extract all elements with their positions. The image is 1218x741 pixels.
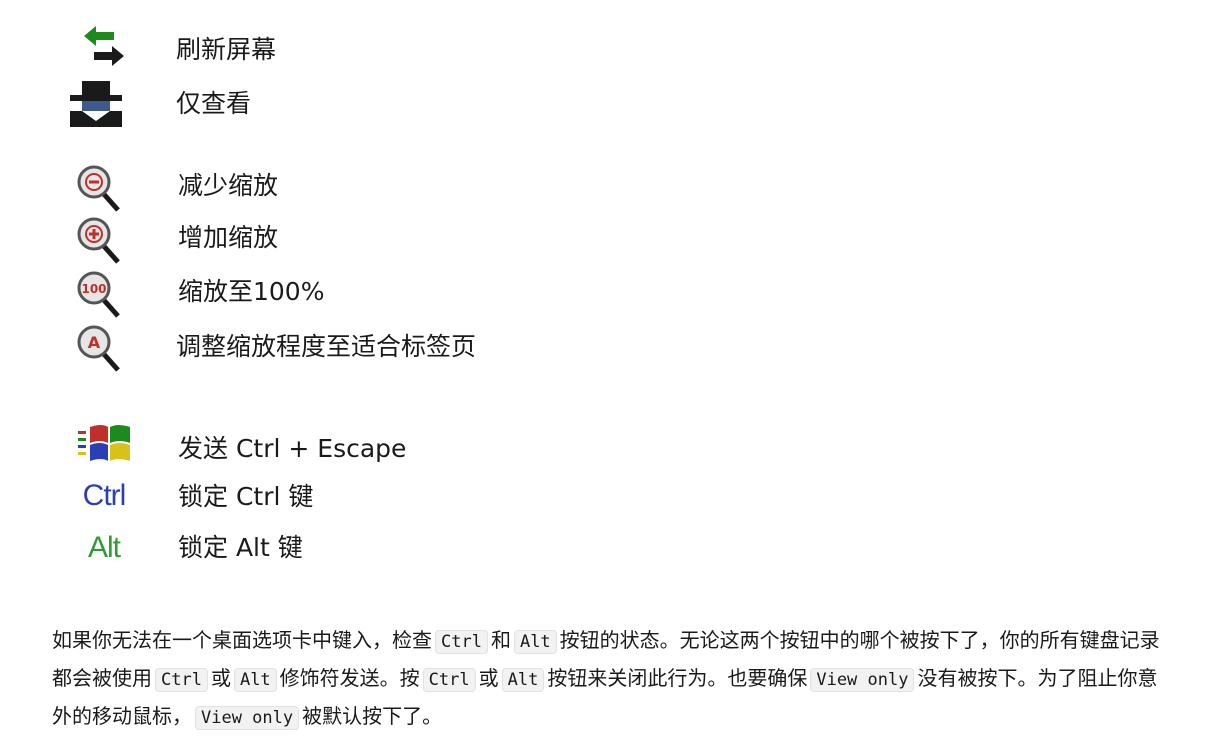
ctrl-esc-label: 发送 Ctrl + Escape <box>178 434 407 463</box>
inline-code: View only <box>195 706 300 730</box>
keyboard-note-paragraph: 如果你无法在一个桌面选项卡中键入，检查 Ctrl 和 Alt 按钮的状态。无论这两个按钮… <box>52 622 1162 736</box>
inline-code: Ctrl <box>422 668 476 692</box>
note-text: 修饰符发送。按 <box>279 666 420 690</box>
ctrl-glyph: Ctrl <box>82 479 127 512</box>
ctrl-lock-icon[interactable]: Ctrl <box>72 472 136 520</box>
zoom-100-label: 缩放至100% <box>178 277 325 306</box>
zoom-out-label: 减少缩放 <box>178 171 279 200</box>
alt-lock-label: 锁定 Alt 键 <box>178 533 303 562</box>
refresh-icon[interactable] <box>72 22 136 70</box>
svg-text:A: A <box>88 333 101 352</box>
svg-text:100: 100 <box>81 282 106 296</box>
note-text: 如果你无法在一个桌面选项卡中键入，检查 <box>52 628 432 652</box>
zoom-100-icon[interactable]: 100 <box>70 270 134 318</box>
zoom-fit-label: 调整缩放程度至适合标签页 <box>176 332 477 361</box>
zoom-fit-icon[interactable]: A <box>70 324 134 372</box>
refresh-label: 刷新屏幕 <box>176 35 277 64</box>
inline-code: Alt <box>233 668 277 692</box>
inline-code: Ctrl <box>435 630 488 654</box>
ctrl-lock-label: 锁定 Ctrl 键 <box>178 482 314 511</box>
zoom-in-icon[interactable] <box>70 216 134 264</box>
inline-code: View only <box>810 668 915 692</box>
view-only-label: 仅查看 <box>176 89 252 118</box>
view-only-icon[interactable] <box>64 80 128 128</box>
inline-code: Ctrl <box>155 668 208 692</box>
alt-glyph: Alt <box>87 531 121 564</box>
inline-code: Alt <box>513 630 557 654</box>
note-text: 按钮来关闭此行为。也要确保 <box>547 666 808 690</box>
note-text: 或 <box>478 666 499 690</box>
inline-code: Alt <box>501 668 545 692</box>
note-text: 和 <box>490 628 511 652</box>
windows-ctrl-esc-icon[interactable] <box>72 420 136 468</box>
alt-lock-icon[interactable]: Alt <box>72 524 136 572</box>
note-text: 或 <box>210 666 231 690</box>
zoom-in-label: 增加缩放 <box>178 223 279 252</box>
zoom-out-icon[interactable] <box>70 164 134 212</box>
note-text: 被默认按下了。 <box>302 704 443 728</box>
